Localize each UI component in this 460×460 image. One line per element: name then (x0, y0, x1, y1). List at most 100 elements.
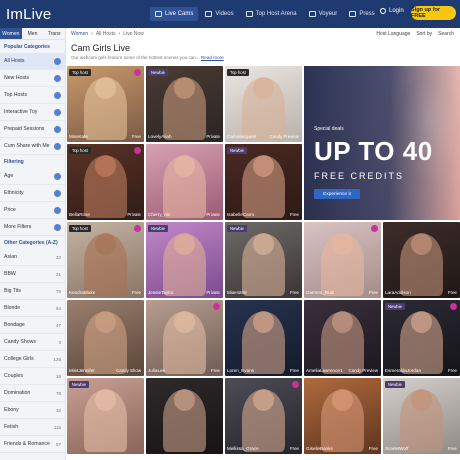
sidebar-item-cum-share-with-me[interactable]: Cum Share with Me (0, 138, 65, 155)
category-candy-shows[interactable]: Candy Shows 3 (0, 334, 65, 351)
host-tile[interactable]: Newbie (67, 378, 144, 454)
breadcrumb: Women › All Hosts › Live Now (71, 31, 144, 37)
site-logo[interactable]: ImLive (0, 6, 66, 23)
sidebar-item-label: Candy Shows (4, 339, 37, 345)
video-icon (205, 11, 213, 17)
sidebar-item-interactive-toy[interactable]: Interactive Toy (0, 104, 65, 121)
tab-trans[interactable]: Trans (43, 28, 65, 39)
host-tile[interactable]: Carmen_Ruiz Free (304, 222, 381, 298)
camera-icon (155, 11, 162, 17)
category-friends-romance[interactable]: Friends & Romance 57 (0, 436, 65, 453)
search-button[interactable]: Search (438, 31, 454, 37)
host-tile[interactable]: GiselleBanks Free (304, 378, 381, 454)
host-status: Free (289, 290, 299, 295)
host-name: CarlaMargaret (227, 134, 257, 139)
menu-item-videos[interactable]: Videos (200, 7, 238, 21)
host-tile[interactable] (146, 378, 223, 454)
signup-button[interactable]: Sign up for FREE (411, 6, 456, 20)
filter-age[interactable]: Age (0, 168, 65, 185)
promo-subline: FREE CREDITS (314, 171, 405, 181)
sidebar-item-label: Asian (4, 254, 17, 260)
host-status: Free (447, 290, 457, 295)
category-icon (54, 74, 61, 82)
category-fetish[interactable]: Fetish 115 (0, 419, 65, 436)
host-tile[interactable]: Newbie LovelyAliah Private (146, 66, 223, 142)
filter-ethnicity[interactable]: Ethnicity (0, 185, 65, 202)
host-tile[interactable]: MissJennifer Candy Show (67, 300, 144, 376)
category-count: 21 (55, 271, 61, 277)
host-language-dropdown[interactable]: Host Language (376, 31, 410, 37)
sidebar-item-label: Blonde (4, 305, 21, 311)
menu-item-live-cams[interactable]: Live Cams (150, 7, 199, 21)
category-count: 22 (55, 254, 61, 260)
category-domination[interactable]: Domination 78 (0, 385, 65, 402)
host-tile[interactable]: JuliaLee Free (146, 300, 223, 376)
host-tile[interactable]: Mellissa_Grace Free (225, 378, 302, 454)
host-tile[interactable]: Cherry_nix Private (146, 144, 223, 220)
host-status: Free (210, 368, 220, 373)
host-name: ScarletWolf (385, 446, 409, 451)
category-blonde[interactable]: Blonde 64 (0, 300, 65, 317)
tab-women[interactable]: Women (0, 28, 22, 39)
host-tile[interactable]: AmeliaLawrence1 Candy Preview (304, 300, 381, 376)
category-icon (54, 91, 61, 99)
host-status: Free (447, 446, 457, 451)
host-tile[interactable]: Top host CarlaMargaret Candy Preview (225, 66, 302, 142)
host-name: LovelyAliah (148, 134, 172, 139)
press-icon (349, 11, 357, 17)
login-label: Login (389, 8, 404, 14)
sidebar-item-label: BBW (4, 271, 16, 277)
host-tile[interactable]: LaraAddison Free (383, 222, 460, 298)
host-tile[interactable]: Newbie IsabelleCarro Free (225, 144, 302, 220)
category-ebony[interactable]: Ebony 32 (0, 402, 65, 419)
promo-banner[interactable]: Special deals UP TO 40 FREE CREDITS Experie… (304, 66, 460, 220)
login-link[interactable]: Login (380, 8, 404, 14)
sidebar-item-top-hosts[interactable]: Top Hosts (0, 87, 65, 104)
sidebar-item-label: Age (4, 173, 14, 179)
sidebar-item-prepaid-sessions[interactable]: Prepaid Sessions (0, 121, 65, 138)
sidebar-item-all-hosts[interactable]: All Hosts (0, 53, 65, 70)
user-icon (380, 8, 386, 14)
category-couples[interactable]: Couples 16 (0, 368, 65, 385)
category-icon (54, 206, 61, 214)
category-bbw[interactable]: BBW 21 (0, 266, 65, 283)
filter-price[interactable]: Price (0, 202, 65, 219)
sort-dropdown[interactable]: Sort by (416, 31, 432, 37)
popular-categories-title: Popular Categories (4, 44, 50, 50)
sidebar-item-new-hosts[interactable]: New Hosts (0, 70, 65, 87)
menu-item-label: Top Host Arena (255, 11, 297, 17)
host-label-badge: Newbie (385, 381, 405, 388)
menu-item-top-host-arena[interactable]: Top Host Arena (241, 7, 302, 21)
category-bondage[interactable]: Bondage 47 (0, 317, 65, 334)
promo-button[interactable]: Experience it (314, 189, 360, 199)
filter-more-filters[interactable]: More Filters (0, 219, 65, 236)
host-tile[interactable]: Newbie ScarletWolf Free (383, 378, 460, 454)
host-tile[interactable]: Newbie MiaHot69 Free (225, 222, 302, 298)
category-icon (54, 125, 61, 133)
page-description: Our webcam girls feature some of the hot… (71, 55, 224, 60)
host-tile[interactable]: Top host KendraBlake Free (67, 222, 144, 298)
category-college-girls[interactable]: College Girls 126 (0, 351, 65, 368)
category-count: 64 (55, 305, 61, 311)
host-name: JuliaLee (148, 368, 166, 373)
other-categories-title: Other Categories (A-Z) (4, 240, 58, 246)
menu-item-voyeur[interactable]: Voyeur (304, 7, 343, 21)
category-asian[interactable]: Asian 22 (0, 249, 65, 266)
toy-icon (450, 303, 457, 310)
host-tile[interactable]: Newbie JessieTaylor Private (146, 222, 223, 298)
breadcrumb-women[interactable]: Women (71, 31, 88, 37)
menu-item-press[interactable]: Press (344, 7, 379, 21)
toy-icon (371, 225, 378, 232)
host-label-badge: Top host (227, 69, 249, 76)
tab-men[interactable]: Men (22, 28, 44, 39)
host-tile[interactable]: Newbie EsmeraldaJordan Free (383, 300, 460, 376)
host-tile[interactable]: Top host MissKate Free (67, 66, 144, 142)
breadcrumb-all-hosts[interactable]: All Hosts (96, 31, 116, 37)
read-more-link[interactable]: Read more (201, 55, 224, 60)
category-big-tits[interactable]: Big Tits 79 (0, 283, 65, 300)
host-name: EsmeraldaJordan (385, 368, 422, 373)
category-count: 16 (55, 373, 61, 379)
host-tile[interactable]: Top host BellaRose Private (67, 144, 144, 220)
host-tile[interactable]: Loren_Evans Free (225, 300, 302, 376)
host-status: Free (131, 290, 141, 295)
